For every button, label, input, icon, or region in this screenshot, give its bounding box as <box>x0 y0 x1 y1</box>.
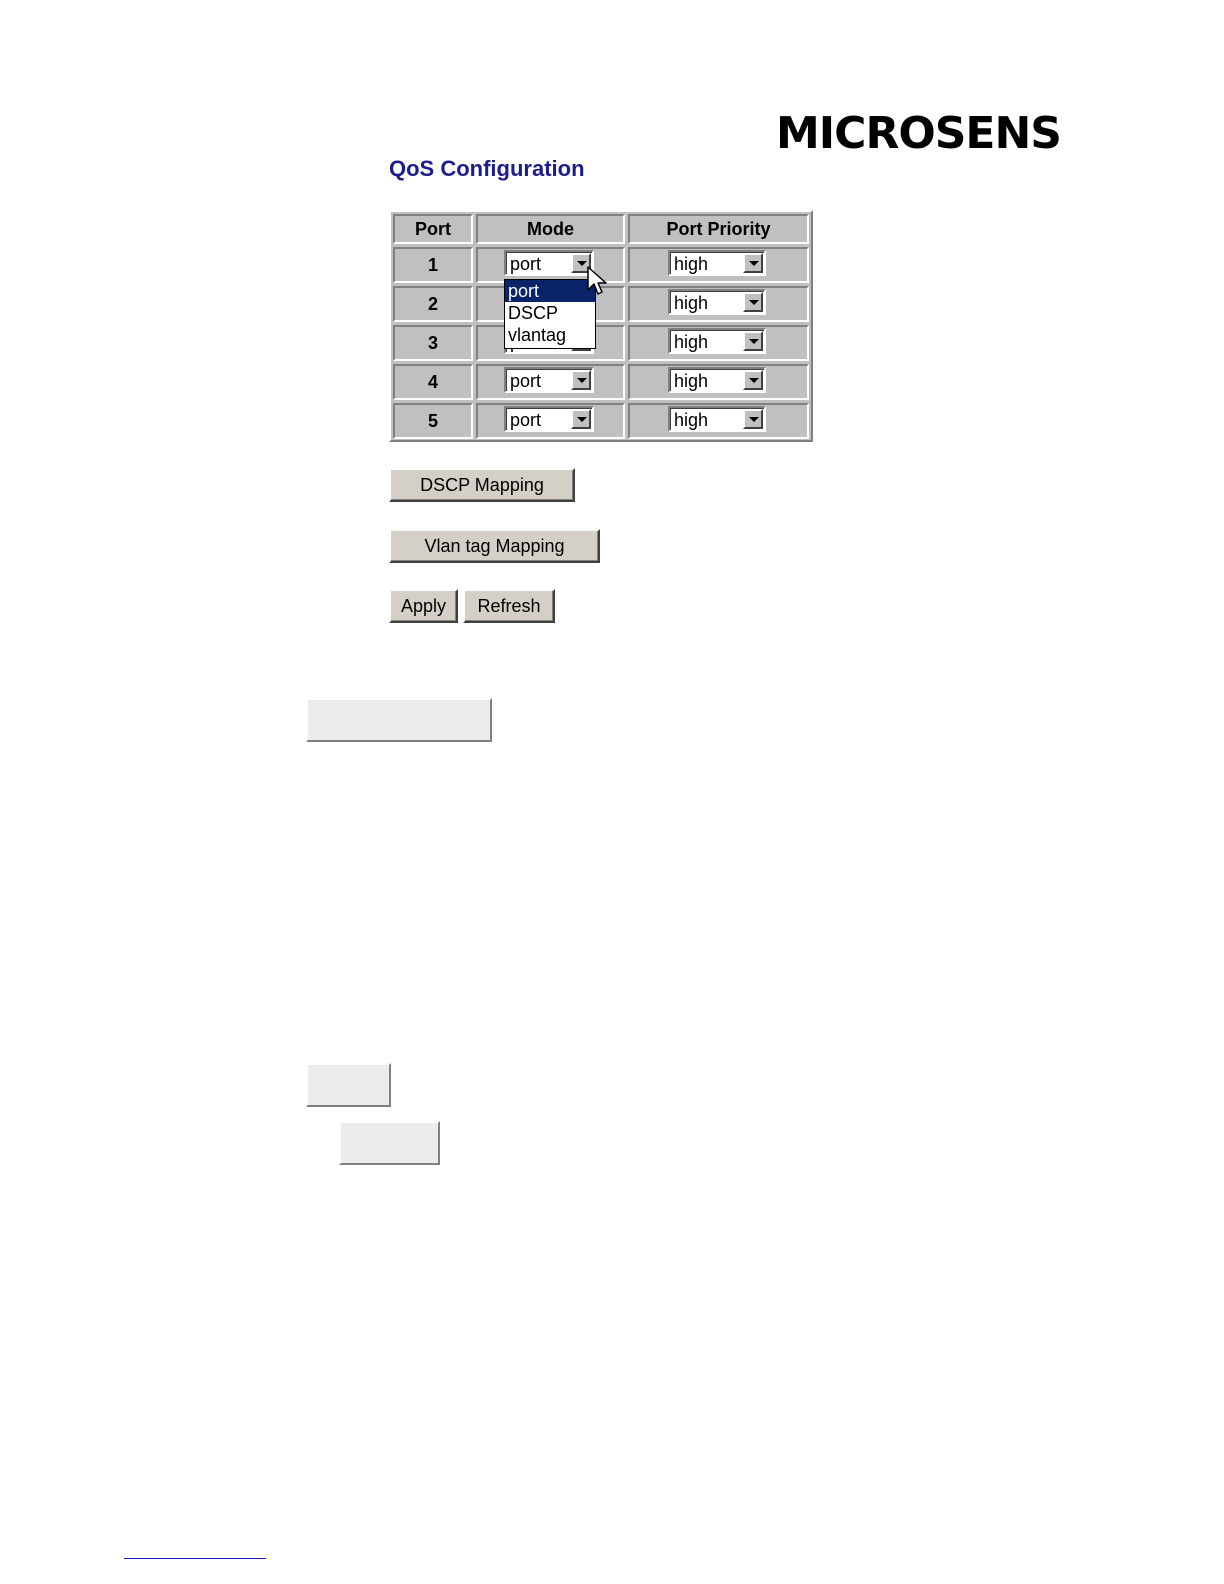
port-number-cell: 1 <box>393 247 473 283</box>
header-port-priority: Port Priority <box>628 214 809 244</box>
blank-box <box>339 1121 440 1165</box>
mouse-pointer-icon <box>587 266 607 295</box>
priority-select-value: high <box>674 293 709 313</box>
chevron-down-icon[interactable] <box>743 370 763 390</box>
microsens-logo: MICROSENS <box>776 108 1062 159</box>
port-number-cell: 3 <box>393 325 473 361</box>
priority-select-value: high <box>674 371 709 391</box>
port-number-cell: 5 <box>393 403 473 439</box>
dropdown-option-port[interactable]: port <box>505 280 595 302</box>
vlan-tag-mapping-button[interactable]: Vlan tag Mapping <box>389 529 600 563</box>
priority-select-port-5[interactable]: high <box>668 406 766 432</box>
priority-select-port-4[interactable]: high <box>668 367 766 393</box>
mode-select-port-4[interactable]: port <box>504 367 594 393</box>
page-title: QoS Configuration <box>389 156 585 181</box>
header-mode: Mode <box>476 214 625 244</box>
mode-select-port-5[interactable]: port <box>504 406 594 432</box>
mode-select-value: port <box>510 254 542 274</box>
chevron-down-icon[interactable] <box>743 331 763 351</box>
port-number-cell: 2 <box>393 286 473 322</box>
mode-dropdown-list[interactable]: port DSCP vlantag <box>504 279 596 349</box>
chevron-down-icon[interactable] <box>743 292 763 312</box>
priority-select-port-1[interactable]: high <box>668 250 766 276</box>
priority-select-value: high <box>674 254 709 274</box>
mode-select-value: port <box>510 410 542 430</box>
header-port: Port <box>393 214 473 244</box>
chevron-down-icon[interactable] <box>743 253 763 273</box>
mode-select-port-1[interactable]: port <box>504 250 594 276</box>
dropdown-option-vlantag[interactable]: vlantag <box>505 324 595 346</box>
chevron-down-icon[interactable] <box>571 370 591 390</box>
blank-box <box>306 698 492 742</box>
priority-select-value: high <box>674 332 709 352</box>
apply-button[interactable]: Apply <box>389 589 458 623</box>
refresh-button[interactable]: Refresh <box>463 589 555 623</box>
dscp-mapping-button[interactable]: DSCP Mapping <box>389 468 575 502</box>
priority-select-port-2[interactable]: high <box>668 289 766 315</box>
mode-select-value: port <box>510 371 542 391</box>
blank-box <box>306 1063 391 1107</box>
priority-select-port-3[interactable]: high <box>668 328 766 354</box>
footnote-divider <box>124 1558 266 1559</box>
chevron-down-icon[interactable] <box>743 409 763 429</box>
port-number-cell: 4 <box>393 364 473 400</box>
priority-select-value: high <box>674 410 709 430</box>
dropdown-option-dscp[interactable]: DSCP <box>505 302 595 324</box>
chevron-down-icon[interactable] <box>571 409 591 429</box>
